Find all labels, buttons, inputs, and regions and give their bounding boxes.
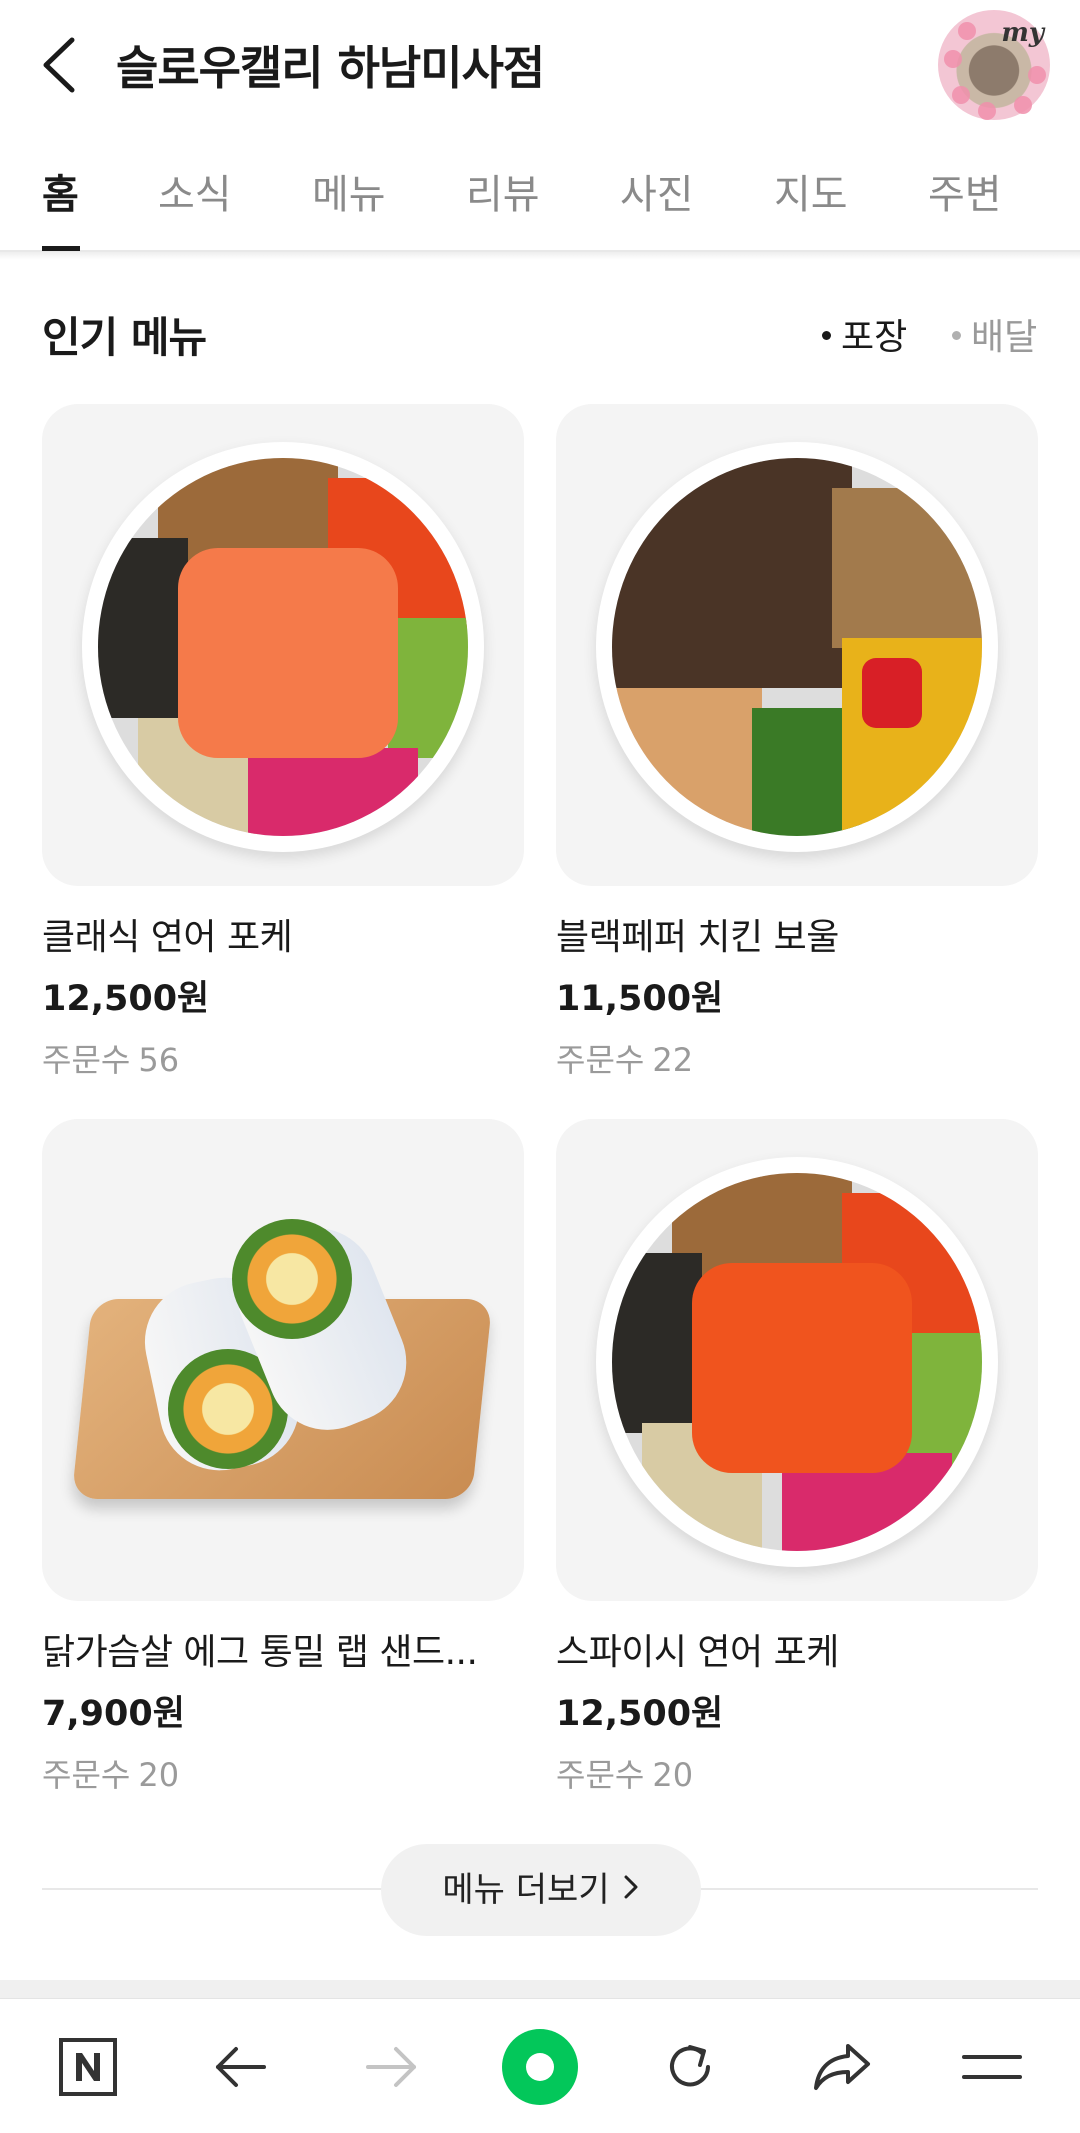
menu-orders: 주문수 56 <box>42 1035 524 1081</box>
menu-name: 스파이시 연어 포케 <box>556 1632 839 1673</box>
orders-label: 주문수 <box>42 1756 131 1794</box>
tab-news[interactable]: 소식 <box>158 162 232 220</box>
back-button[interactable] <box>36 34 86 96</box>
menu-orders: 주문수 20 <box>556 1750 1038 1796</box>
menu-photo <box>556 404 1038 886</box>
active-tab-indicator <box>42 246 80 251</box>
menu-name: 블랙페퍼 치킨 보울 <box>556 917 839 958</box>
orders-count: 20 <box>138 1756 180 1794</box>
orders-label: 주문수 <box>42 1041 131 1079</box>
tab-nearby[interactable]: 주변 <box>928 162 1002 220</box>
menu-orders: 주문수 22 <box>556 1035 1038 1081</box>
tab-map[interactable]: 지도 <box>774 162 848 220</box>
menu-icon <box>962 2055 1022 2079</box>
menu-price: 7,900원 <box>42 1694 185 1734</box>
green-circle-icon <box>502 2029 578 2105</box>
browser-bottom-nav <box>0 1998 1080 2133</box>
chevron-right-icon <box>622 1846 640 1938</box>
browser-forward-button[interactable] <box>352 2027 432 2107</box>
section-separator <box>0 1980 1080 1998</box>
filter-pickup-label: 포장 <box>841 317 908 358</box>
more-menu-label: 메뉴 더보기 <box>442 1870 610 1910</box>
green-dot-button[interactable] <box>500 2027 580 2107</box>
filter-delivery[interactable]: 배달 <box>952 308 1037 360</box>
back-chevron-icon <box>43 37 75 93</box>
menu-photo <box>42 404 524 886</box>
menu-name: 닭가슴살 에그 통밀 랩 샌드... <box>42 1632 478 1673</box>
tab-home[interactable]: 홈 <box>42 162 79 220</box>
top-header: 슬로우캘리 하남미사점 my <box>0 0 1080 130</box>
back-arrow-icon <box>216 2047 266 2087</box>
menu-photo <box>556 1119 1038 1601</box>
share-button[interactable] <box>802 2027 882 2107</box>
naver-n-icon <box>59 2038 117 2096</box>
browser-back-button[interactable] <box>200 2027 280 2107</box>
menu-price: 11,500원 <box>556 979 724 1019</box>
tab-menu[interactable]: 메뉴 <box>312 162 386 220</box>
avatar-label: my <box>1001 18 1044 48</box>
orders-count: 20 <box>652 1756 694 1794</box>
share-icon <box>814 2044 870 2090</box>
menu-button[interactable] <box>952 2027 1032 2107</box>
wrap-cross-section <box>232 1219 352 1339</box>
filter-delivery-label: 배달 <box>971 317 1038 358</box>
section-title: 인기 메뉴 <box>42 313 207 362</box>
menu-card[interactable]: 블랙페퍼 치킨 보울 11,500원 주문수 22 <box>556 404 1038 1081</box>
more-menu-button[interactable]: 메뉴 더보기 <box>381 1844 701 1936</box>
menu-name: 클래식 연어 포케 <box>42 917 293 958</box>
refresh-icon <box>670 2045 710 2087</box>
tab-bar: 홈 소식 메뉴 리뷰 사진 지도 주변 <box>0 140 1080 252</box>
menu-card[interactable]: 클래식 연어 포케 12,500원 주문수 56 <box>42 404 524 1081</box>
menu-price: 12,500원 <box>42 979 210 1019</box>
orders-count: 22 <box>652 1041 694 1079</box>
tab-photos[interactable]: 사진 <box>620 162 694 220</box>
menu-photo <box>42 1119 524 1601</box>
menu-price: 12,500원 <box>556 1694 724 1734</box>
menu-card[interactable]: 닭가슴살 에그 통밀 랩 샌드... 7,900원 주문수 20 <box>42 1119 524 1796</box>
tab-reviews[interactable]: 리뷰 <box>466 162 540 220</box>
filter-pickup[interactable]: 포장 <box>822 308 907 360</box>
forward-arrow-icon <box>366 2047 416 2087</box>
orders-label: 주문수 <box>556 1756 645 1794</box>
store-title: 슬로우캘리 하남미사점 <box>116 41 545 95</box>
orders-count: 56 <box>138 1041 180 1079</box>
selected-dot-icon <box>822 330 831 340</box>
profile-avatar[interactable]: my <box>938 10 1050 120</box>
menu-card[interactable]: 스파이시 연어 포케 12,500원 주문수 20 <box>556 1119 1038 1796</box>
unselected-dot-icon <box>952 330 961 340</box>
naver-home-button[interactable] <box>48 2027 128 2107</box>
refresh-button[interactable] <box>650 2027 730 2107</box>
menu-orders: 주문수 20 <box>42 1750 524 1796</box>
orders-label: 주문수 <box>556 1041 645 1079</box>
tab-bar-shadow <box>0 252 1080 260</box>
